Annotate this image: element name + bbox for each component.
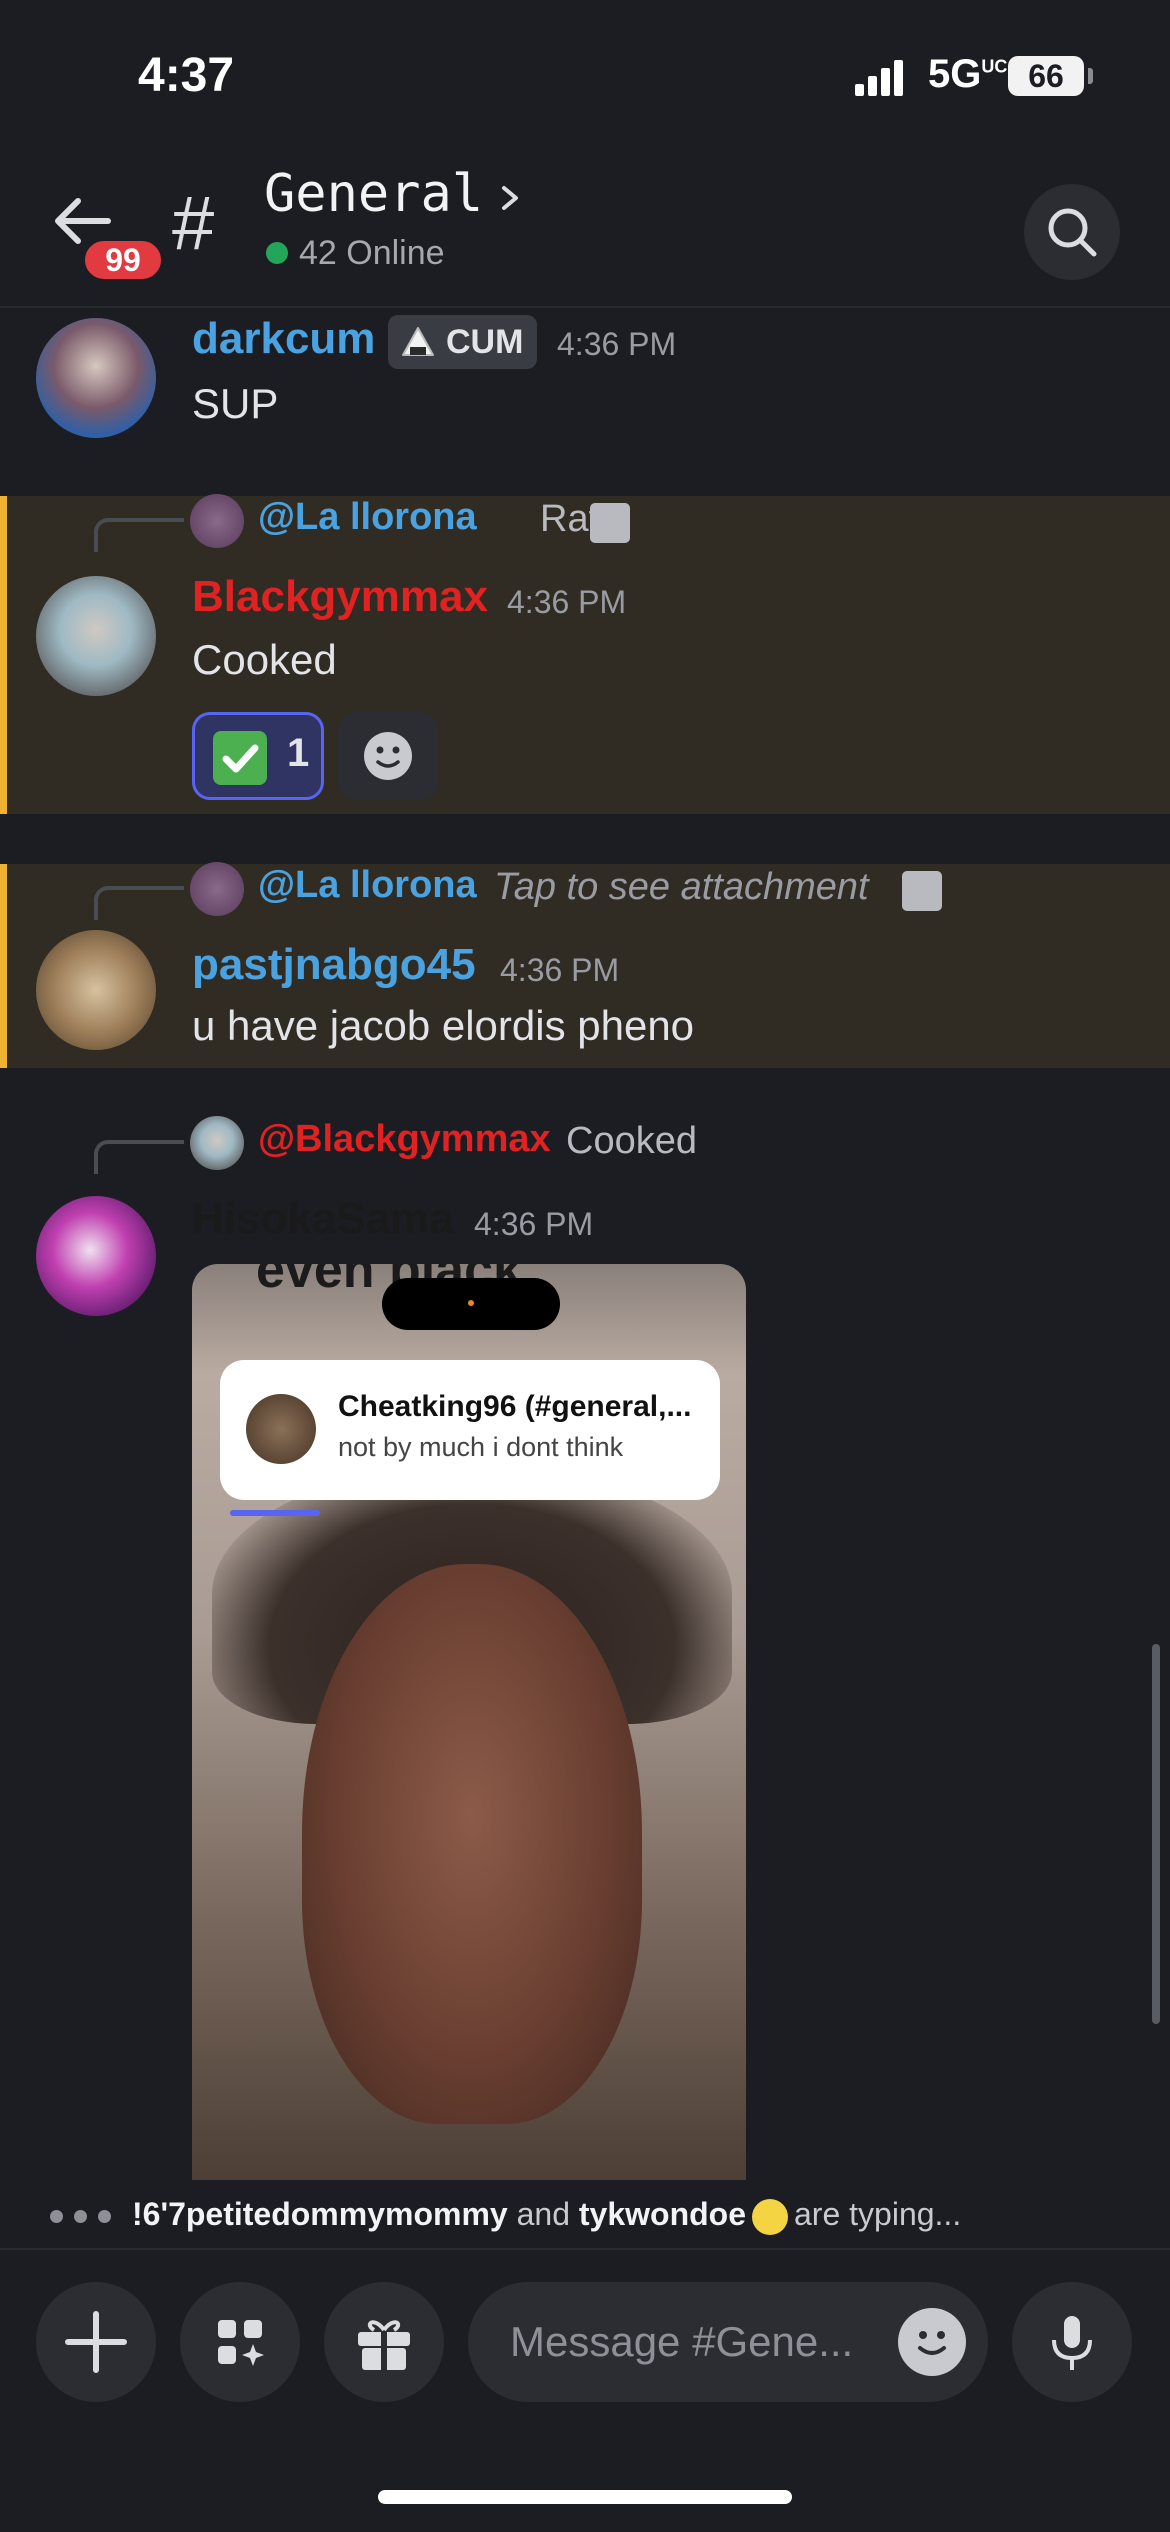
add-reaction-button[interactable]: [338, 712, 438, 800]
moon-icon: [752, 2198, 788, 2235]
notification-title: Cheatking96 (#general,...: [338, 1390, 692, 1423]
online-indicator-icon: [266, 242, 288, 264]
username[interactable]: HisokaSama: [192, 1194, 454, 1244]
chevron-right-icon[interactable]: [490, 178, 530, 218]
reply-connector: [94, 518, 184, 552]
message-list[interactable]: darkcum CUM 4:36 PM SUP @La llorona Rate…: [0, 310, 1170, 2180]
dynamic-island: [382, 1278, 560, 1330]
avatar[interactable]: [36, 576, 156, 696]
avatar[interactable]: [36, 1196, 156, 1316]
reaction-checkmark[interactable]: 1: [192, 712, 324, 800]
role-tag[interactable]: CUM: [388, 315, 538, 369]
message-input[interactable]: Message #Gene...: [468, 2282, 988, 2402]
apps-icon: [218, 2320, 264, 2366]
message-input-placeholder: Message #Gene...: [510, 2318, 854, 2365]
battery-icon: 66: [1008, 56, 1084, 96]
search-icon: [1048, 208, 1097, 257]
channel-header: 99 # General 42 Online: [0, 150, 1170, 308]
hash-icon: #: [172, 181, 215, 266]
reply-avatar: [190, 862, 244, 916]
smiley-icon: [364, 732, 412, 780]
unread-badge: 99: [80, 236, 166, 284]
timestamp: 4:36 PM: [474, 1206, 594, 1242]
notification-body: not by much i dont think: [338, 1432, 624, 1462]
emoji-button[interactable]: [898, 2308, 966, 2376]
smiley-icon: [918, 2331, 946, 2355]
notification-banner: Cheatking96 (#general,... not by much i …: [220, 1360, 720, 1500]
scrollbar[interactable]: [1152, 1644, 1160, 2024]
home-indicator: [378, 2490, 792, 2504]
gift-icon: [358, 2320, 410, 2370]
message-text: SUP: [192, 380, 279, 427]
search-button[interactable]: [1024, 184, 1120, 280]
avatar[interactable]: [36, 930, 156, 1050]
discord-chat-screen: 4:37 5GUC 66 99 # General 42 Online dark…: [0, 0, 1170, 2532]
reaction-count: 1: [287, 731, 310, 775]
image-icon: [590, 503, 630, 543]
role-tag-label: CUM: [446, 323, 524, 361]
status-bar: 4:37 5GUC 66: [0, 0, 1170, 150]
network-label: 5GUC: [928, 52, 1008, 96]
apps-button[interactable]: [180, 2282, 300, 2402]
message-text: u have jacob elordis pheno: [192, 1002, 695, 1049]
reply-connector: [94, 1140, 184, 1174]
signal-icon: [855, 60, 905, 96]
checkmark-icon: [213, 731, 267, 785]
notification-avatar: [246, 1394, 316, 1464]
reply-connector: [94, 886, 184, 920]
reply-avatar: [190, 494, 244, 548]
timestamp: 4:36 PM: [507, 584, 627, 620]
reply-mention[interactable]: @La llorona: [258, 496, 477, 539]
onigiri-icon: [402, 327, 434, 356]
typing-dots-icon: [50, 2210, 114, 2224]
attach-button[interactable]: [36, 2282, 156, 2402]
reply-mention[interactable]: @La llorona: [258, 864, 477, 907]
plus-icon: [65, 2311, 127, 2373]
notification-progress: [230, 1510, 320, 1516]
image-icon: [902, 871, 942, 911]
username[interactable]: darkcum: [192, 314, 375, 364]
reply-mention[interactable]: @Blackgymmax: [258, 1118, 551, 1161]
typing-text: !6'7petitedommymommy and tykwondoe are ty…: [132, 2196, 961, 2235]
username[interactable]: Blackgymmax: [192, 572, 488, 622]
message-text: Cooked: [192, 636, 337, 683]
status-time: 4:37: [138, 49, 235, 102]
battery-tip: [1088, 68, 1093, 84]
channel-name[interactable]: General: [264, 164, 483, 224]
typing-indicator: !6'7petitedommymommy and tykwondoe are ty…: [0, 2180, 1170, 2250]
image-attachment[interactable]: even black Cheatking96 (#general,... not…: [192, 1264, 746, 2180]
online-count: 42 Online: [299, 234, 445, 272]
avatar[interactable]: [36, 318, 156, 438]
reply-text[interactable]: Tap to see attachment: [494, 866, 869, 909]
username[interactable]: pastjnabgo45: [192, 940, 476, 990]
microphone-icon: [1052, 2316, 1092, 2370]
timestamp: 4:36 PM: [500, 952, 620, 988]
voice-button[interactable]: [1012, 2282, 1132, 2402]
embed-face: [302, 1564, 642, 2124]
reply-text[interactable]: Cooked: [566, 1120, 697, 1163]
reply-avatar: [190, 1116, 244, 1170]
timestamp: 4:36 PM: [557, 326, 677, 362]
gift-button[interactable]: [324, 2282, 444, 2402]
